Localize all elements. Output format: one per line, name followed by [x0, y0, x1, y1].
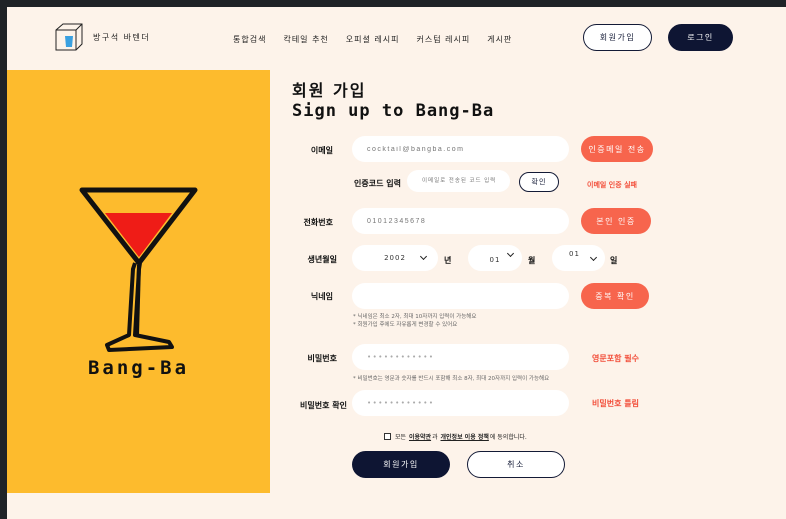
password-hint: * 비밀번호는 영문과 숫자를 반드시 포함해 최소 8자, 최대 20자까지 …	[353, 376, 550, 382]
nickname-hint-2: * 회원가입 후에도 자유롭게 변경할 수 있어요	[353, 322, 458, 328]
agree-suffix: 에 동의합니다.	[489, 434, 527, 441]
submit-signup-button[interactable]: 회원가입	[352, 451, 450, 478]
nav-item-search[interactable]: 통합검색	[233, 34, 266, 45]
header-login-button[interactable]: 로그인	[668, 24, 733, 51]
nickname-label: 닉네임	[310, 292, 333, 301]
hero-panel: Bang-Ba	[7, 70, 270, 493]
code-error-message: 이메일 인증 실패	[587, 181, 637, 189]
birth-month-select[interactable]: 01	[468, 245, 522, 271]
header-signup-button[interactable]: 회원가입	[583, 24, 652, 51]
identity-verify-button[interactable]: 본인 인증	[581, 208, 651, 234]
agreement-checkbox[interactable]	[384, 433, 391, 440]
password-field[interactable]: ••••••••••••	[352, 344, 569, 370]
birth-day-select[interactable]: 01	[552, 245, 605, 271]
send-verification-button[interactable]: 인증메일 전송	[581, 136, 653, 162]
email-label: 이메일	[310, 146, 333, 155]
email-field[interactable]	[352, 136, 569, 162]
password-label: 비밀번호	[307, 354, 337, 363]
brand-name: Bang-Ba	[87, 357, 190, 379]
main-nav: 통합검색 칵테일 추천 오피셜 레시피 커스텀 레시피 게시판	[233, 34, 512, 45]
nickname-field[interactable]	[352, 283, 569, 309]
verify-code-button[interactable]: 확인	[519, 172, 559, 192]
chevron-down-icon	[506, 249, 515, 258]
signup-page: 방구석 바텐더 통합검색 칵테일 추천 오피셜 레시피 커스텀 레시피 게시판 …	[7, 7, 786, 519]
month-unit: 월	[528, 256, 536, 265]
agree-mid: 과	[432, 434, 438, 441]
password-mismatch-note: 비밀번호 틀림	[592, 399, 639, 408]
birth-month-value: 01	[489, 256, 501, 264]
nav-item-board[interactable]: 게시판	[487, 34, 512, 45]
birth-year-select[interactable]: 2002	[352, 245, 438, 271]
verification-code-field[interactable]	[407, 170, 510, 192]
year-unit: 년	[444, 256, 452, 265]
agreement-row: 모든 이용약관 과 개인정보 이용 정책 에 동의합니다.	[384, 432, 527, 441]
nav-item-recommend[interactable]: 칵테일 추천	[283, 34, 328, 45]
code-label: 인증코드 입력	[354, 179, 401, 188]
birth-day-value: 01	[569, 250, 580, 258]
nickname-duplicate-check-button[interactable]: 중복 확인	[581, 283, 649, 309]
cube-glass-icon	[55, 23, 83, 51]
logo-text: 방구석 바텐더	[93, 32, 151, 42]
nav-item-official-recipe[interactable]: 오피셜 레시피	[346, 34, 400, 45]
day-unit: 일	[610, 256, 618, 265]
cancel-button[interactable]: 취소	[467, 451, 565, 478]
birth-label: 생년월일	[307, 255, 337, 264]
privacy-link[interactable]: 개인정보 이용 정책	[441, 432, 489, 441]
terms-link[interactable]: 이용약관	[409, 432, 431, 441]
nav-item-custom-recipe[interactable]: 커스텀 레시피	[417, 34, 471, 45]
password-requirement-note: 영문포함 필수	[592, 354, 639, 363]
cocktail-glass-icon	[79, 187, 198, 352]
password-confirm-field[interactable]: ••••••••••••	[352, 390, 569, 416]
birth-year-value: 2002	[384, 254, 406, 262]
agree-prefix: 모든	[395, 434, 407, 441]
chevron-down-icon	[589, 253, 598, 262]
logo[interactable]: 방구석 바텐더	[53, 21, 150, 53]
page-title: 회원 가입	[292, 81, 367, 100]
phone-field[interactable]	[352, 208, 569, 234]
page-subtitle: Sign up to Bang-Ba	[292, 101, 495, 121]
password-confirm-label: 비밀번호 확인	[300, 401, 347, 410]
chevron-down-icon	[419, 252, 428, 261]
nickname-hint-1: * 닉네임은 최소 2자, 최대 10자까지 입력이 가능해요	[353, 314, 477, 320]
phone-label: 전화번호	[303, 218, 333, 227]
